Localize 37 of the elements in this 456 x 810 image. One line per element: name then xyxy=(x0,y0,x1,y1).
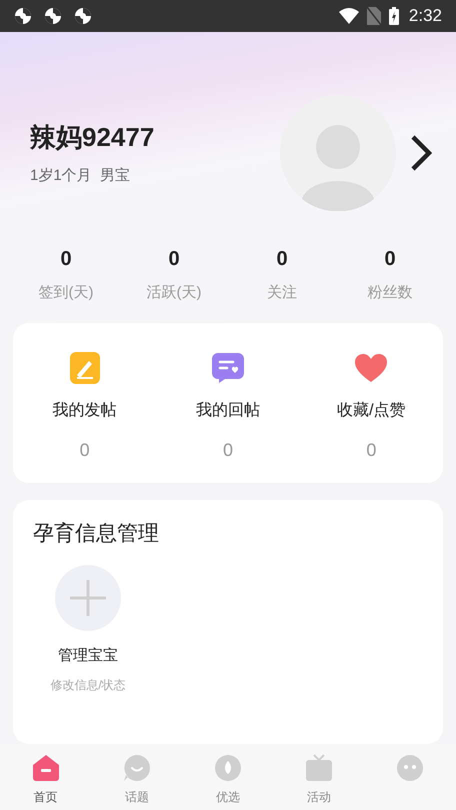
stat-label: 活跃(天) xyxy=(146,283,202,303)
baby-info: 1岁1个月 男宝 xyxy=(30,166,132,186)
activity-count: 0 xyxy=(80,438,90,462)
heart-icon xyxy=(354,352,388,382)
notification-icon xyxy=(74,7,92,25)
message-icon xyxy=(210,352,245,384)
stat-label: 关注 xyxy=(267,283,297,303)
tv-icon xyxy=(305,754,334,782)
nav-tab[interactable]: 首页 xyxy=(0,754,92,810)
manage-baby-hint: 修改信息/状态 xyxy=(50,676,126,694)
no-sim-icon xyxy=(366,7,381,25)
home-icon xyxy=(32,754,60,782)
wifi-icon xyxy=(338,8,359,24)
add-icon[interactable] xyxy=(55,565,121,631)
manage-baby-label[interactable]: 管理宝宝 xyxy=(58,645,118,668)
notification-icon xyxy=(44,7,62,25)
stat-label: 签到(天) xyxy=(38,283,94,303)
stat-label: 粉丝数 xyxy=(368,283,412,303)
activity-count: 0 xyxy=(366,438,376,462)
activity-label[interactable]: 收藏/点赞 xyxy=(337,398,406,422)
status-time: 2:32 xyxy=(408,5,442,28)
stat-value: 0 xyxy=(384,247,396,272)
activity-label[interactable]: 我的发帖 xyxy=(52,398,117,422)
stat-value: 0 xyxy=(60,247,72,272)
robot-icon xyxy=(396,754,424,782)
activity-count: 0 xyxy=(222,438,233,462)
user-name: 辣妈92477 xyxy=(30,121,154,154)
stat-value: 0 xyxy=(168,247,180,272)
edit-icon xyxy=(68,350,101,384)
section-title: 孕育信息管理 xyxy=(33,522,159,544)
battery-icon xyxy=(388,7,399,25)
notification-icon xyxy=(14,7,32,25)
activity-label[interactable]: 我的回帖 xyxy=(196,398,260,422)
leaf-icon xyxy=(214,754,242,782)
chevron-right-icon[interactable] xyxy=(410,134,432,172)
stat-value: 0 xyxy=(276,247,288,272)
chat-bubble-icon xyxy=(122,754,151,782)
